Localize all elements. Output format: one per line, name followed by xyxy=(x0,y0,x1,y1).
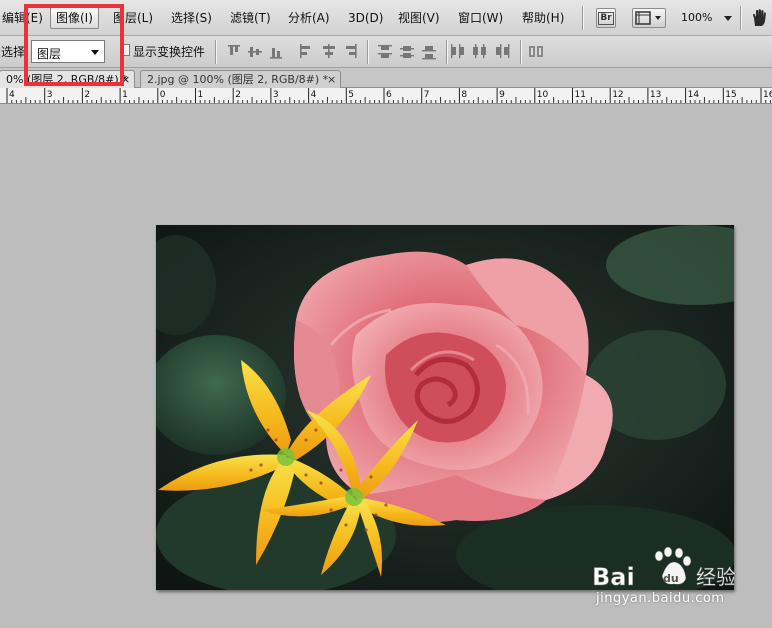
highlight-annotation-box xyxy=(24,4,124,86)
menu-help[interactable]: 帮助(H) xyxy=(522,10,564,27)
tab-document-2[interactable]: 2.jpg @ 100% (图层 2, RGB/8#) * × xyxy=(140,70,341,88)
watermark-brand: Bai xyxy=(592,563,635,591)
distribute-hcenter-icon[interactable] xyxy=(473,44,486,58)
options-divider-3 xyxy=(446,40,447,64)
ruler-label: 7 xyxy=(424,90,430,100)
ruler-label: 15 xyxy=(725,90,736,100)
ruler-label: 1 xyxy=(198,90,204,100)
ruler-label: 3 xyxy=(273,90,279,100)
ruler-label: 14 xyxy=(688,90,700,100)
bridge-icon: Br xyxy=(598,11,614,25)
show-transform-label: 显示变换控件 xyxy=(133,45,206,59)
ruler-label: 16 xyxy=(763,90,772,100)
zoom-level-select[interactable]: 100% xyxy=(681,11,732,24)
align-vcenter-icon[interactable] xyxy=(248,47,262,57)
distribute-right-icon[interactable] xyxy=(496,44,510,58)
ruler-label: 4 xyxy=(9,90,15,100)
options-divider-1 xyxy=(215,40,216,64)
align-left-icon[interactable] xyxy=(300,44,310,58)
align-icons-group xyxy=(228,44,357,59)
distribute-horizontal-icons xyxy=(451,44,510,58)
ruler-label: 3 xyxy=(47,90,53,100)
document-canvas[interactable] xyxy=(156,225,734,590)
ruler-label: 4 xyxy=(311,90,317,100)
ruler-label: 9 xyxy=(499,90,505,100)
ruler-label: 2 xyxy=(235,90,241,100)
align-right-icon[interactable] xyxy=(346,44,357,58)
align-bottom-icon[interactable] xyxy=(270,48,282,59)
ruler-scale: 4321012345678910111213141516 xyxy=(6,88,772,103)
ruler-label: 6 xyxy=(386,90,392,100)
watermark-url: jingyan.baidu.com xyxy=(596,591,725,606)
distribute-bottom-icon[interactable] xyxy=(422,46,436,60)
menu-select[interactable]: 选择(S) xyxy=(171,10,212,27)
ruler-label: 11 xyxy=(575,90,586,100)
hand-tool-icon[interactable] xyxy=(750,8,770,28)
horizontal-ruler: 4321012345678910111213141516 xyxy=(0,88,772,104)
menu-3d[interactable]: 3D(D) xyxy=(348,10,383,27)
menu-view[interactable]: 视图(V) xyxy=(398,10,440,27)
baidu-logo: du Bai 经验 xyxy=(592,546,736,591)
ruler-label: 12 xyxy=(612,90,623,100)
menu-divider-right xyxy=(740,6,741,30)
launch-bridge-button[interactable]: Br xyxy=(596,8,616,28)
options-divider-2 xyxy=(367,40,368,64)
zoom-dropdown-arrow-icon xyxy=(723,15,732,21)
ruler-label: 2 xyxy=(84,90,90,100)
menu-window[interactable]: 窗口(W) xyxy=(458,10,503,27)
ruler-label: 10 xyxy=(537,90,549,100)
auto-align-layers-icon[interactable] xyxy=(528,44,544,60)
distribute-left-icon[interactable] xyxy=(451,44,464,58)
menu-divider xyxy=(582,6,583,30)
options-divider-4 xyxy=(520,40,521,64)
distribute-vertical-icons xyxy=(378,45,436,60)
watermark-brand-suffix: 经验 xyxy=(696,565,736,589)
auto-select-label: 选择 xyxy=(1,45,26,59)
tab-document-2-close-icon[interactable]: × xyxy=(327,71,336,88)
ruler-label: 1 xyxy=(122,90,128,100)
view-extras-button[interactable] xyxy=(632,8,666,28)
ruler-label: 0 xyxy=(160,90,166,100)
ruler-label: 13 xyxy=(650,90,661,100)
distribute-top-icon[interactable] xyxy=(378,45,392,58)
zoom-level-value: 100% xyxy=(681,11,713,24)
svg-text:du: du xyxy=(663,572,679,585)
align-top-icon[interactable] xyxy=(228,45,240,55)
menu-filter[interactable]: 滤镜(T) xyxy=(230,10,271,27)
ruler-label: 8 xyxy=(461,90,467,100)
tab-document-2-label: 2.jpg @ 100% (图层 2, RGB/8#) * xyxy=(147,73,329,86)
view-extras-icon xyxy=(635,11,661,25)
ruler-label: 5 xyxy=(348,90,354,100)
align-hcenter-icon[interactable] xyxy=(323,44,335,58)
rose-and-lily-photo xyxy=(156,225,734,590)
menu-analysis[interactable]: 分析(A) xyxy=(288,10,330,27)
distribute-vcenter-icon[interactable] xyxy=(400,46,414,58)
